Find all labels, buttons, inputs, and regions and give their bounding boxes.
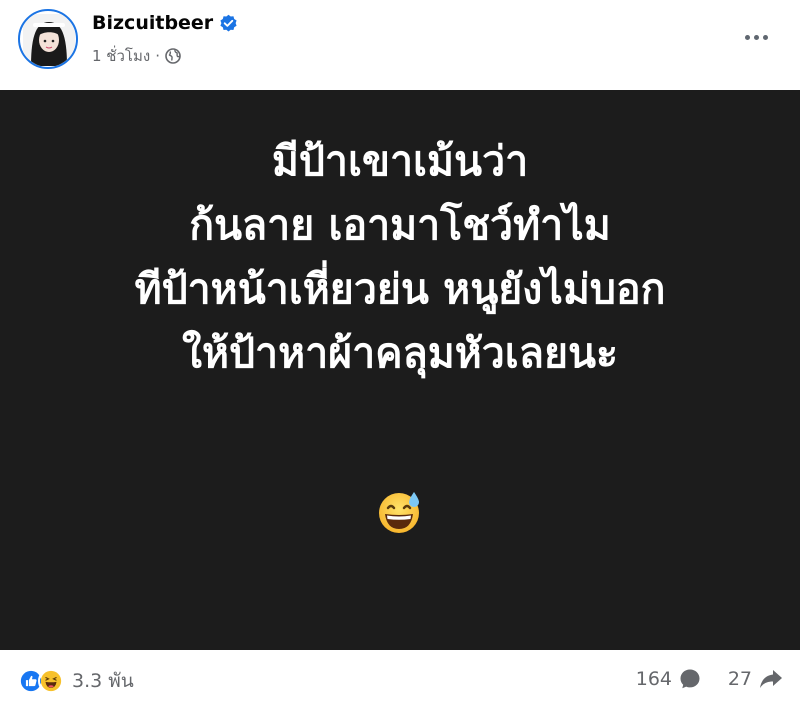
avatar[interactable]: [18, 9, 78, 69]
comments-count-button[interactable]: 164: [636, 667, 702, 691]
post-time[interactable]: 1 ชั่วโมง: [92, 44, 150, 68]
post-footer: 3.3 พัน 164 27: [0, 650, 800, 706]
globe-icon: [165, 48, 181, 64]
author-name[interactable]: Bizcuitbeer: [92, 12, 213, 34]
image-text-line: ทีป้าหน้าเหี่ยวย่น หนูยังไม่บอก: [134, 265, 666, 313]
image-text-line: ก้นลาย เอามาโชว์ทำไม: [189, 201, 611, 249]
reactions-summary[interactable]: 3.3 พัน: [18, 666, 134, 696]
verified-badge-icon: [220, 14, 237, 31]
grinning-sweat-emoji-icon: [379, 492, 419, 533]
more-options-button[interactable]: [738, 22, 774, 52]
post-header: Bizcuitbeer 1 ชั่วโมง ·: [0, 0, 800, 90]
comment-icon: [680, 669, 700, 689]
reaction-count[interactable]: 3.3 พัน: [72, 666, 134, 696]
share-count: 27: [727, 668, 752, 690]
shares-count-button[interactable]: 27: [728, 667, 784, 691]
more-dot-icon: [762, 34, 768, 40]
image-text-line: มีป้าเขาเม้นว่า: [271, 137, 529, 185]
meta-separator: ·: [155, 47, 160, 65]
share-arrow-icon: [760, 670, 782, 688]
haha-icon: [38, 668, 64, 694]
comment-count: 164: [635, 668, 672, 690]
more-dot-icon: [753, 34, 759, 40]
more-dot-icon: [744, 34, 750, 40]
post-image-text: มีป้าเขาเม้นว่า ก้นลาย เอามาโชว์ทำไม ทีป…: [0, 129, 800, 385]
image-text-line: ให้ป้าหาผ้าคลุมหัวเลยนะ: [181, 329, 619, 377]
